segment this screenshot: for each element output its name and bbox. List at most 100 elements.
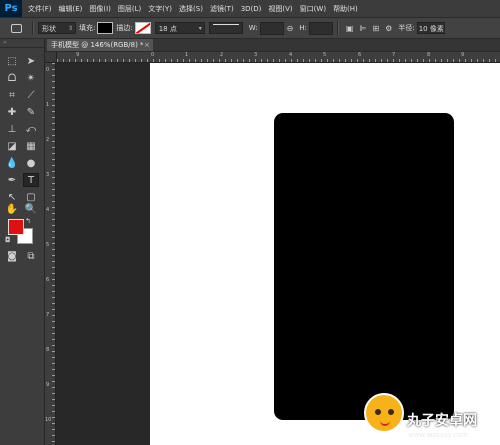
- horizontal-ruler[interactable]: 9 0 1 2 3 4 5 6 7 8 9: [57, 52, 500, 63]
- stroke-type-select[interactable]: [208, 22, 243, 34]
- menu-bar: Ps 文件(F) 编辑(E) 图像(I) 图层(L) 文字(Y) 选择(S) 滤…: [0, 0, 500, 18]
- clone-stamp-tool-icon[interactable]: ⊥: [4, 122, 20, 136]
- height-label: H:: [299, 24, 307, 32]
- menu-image[interactable]: 图像(I): [89, 4, 111, 14]
- menu-3d[interactable]: 3D(D): [241, 5, 262, 13]
- ruler-label: 3: [46, 172, 50, 178]
- watermark-title: 丸子安卓网: [407, 413, 477, 429]
- ruler-label: 1: [46, 102, 50, 108]
- mascot-eye: [388, 409, 394, 415]
- ruler-label: 0: [46, 67, 50, 73]
- zoom-tool-icon[interactable]: 🔍: [23, 202, 39, 216]
- screen-mode-icon[interactable]: ⧉: [23, 249, 39, 263]
- tool-preset-picker[interactable]: [4, 20, 28, 36]
- healing-brush-tool-icon[interactable]: ✚: [4, 105, 20, 119]
- dodge-tool-icon[interactable]: ●: [23, 156, 39, 170]
- tool-mode-value: 形状: [42, 25, 56, 33]
- ruler-label: 9: [46, 382, 50, 388]
- pen-tool-icon[interactable]: ✒: [4, 173, 20, 187]
- menu-select[interactable]: 选择(S): [179, 4, 203, 14]
- stroke-color-swatch[interactable]: [134, 22, 151, 34]
- options-bar: 形状 ⇕ 填充: 描边: 18 点 ▾ W: ⊖ H: ▣ ⊫ ⊞ ⚙ 半径: …: [0, 18, 500, 39]
- ruler-label: 10: [45, 417, 52, 423]
- ruler-label: 7: [392, 52, 396, 58]
- ruler-origin[interactable]: [45, 52, 57, 63]
- radius-label: 半径:: [398, 24, 415, 32]
- mascot-mouth: [380, 419, 390, 426]
- tool-mode-select[interactable]: 形状 ⇕: [38, 22, 76, 34]
- toolbox: » ⬚ ➤ ᗝ ✴ ⌗ ⟋ ✚ ✎ ⊥ ⤺ ◪ ▦ 💧 ● ✒ T ↖ ▢ ✋ …: [0, 39, 45, 445]
- ruler-label: 1: [185, 52, 189, 58]
- close-icon[interactable]: ×: [144, 39, 150, 51]
- photoshop-logo: Ps: [0, 0, 22, 17]
- ruler-label: 3: [254, 52, 258, 58]
- width-label: W:: [248, 24, 258, 32]
- menu-file[interactable]: 文件(F): [28, 4, 52, 14]
- crop-tool-icon[interactable]: ⌗: [4, 88, 20, 102]
- document-tab-title: 手机模型 @ 146%(RGB/8) *: [51, 41, 144, 49]
- eyedropper-tool-icon[interactable]: ⟋: [23, 88, 39, 102]
- quick-mask-icon[interactable]: ◙: [4, 249, 20, 263]
- menu-filter[interactable]: 滤镜(T): [210, 4, 234, 14]
- ruler-label: 4: [289, 52, 293, 58]
- stroke-width-value: 18 点: [158, 25, 177, 33]
- height-input[interactable]: [308, 21, 333, 35]
- lasso-tool-icon[interactable]: ᗝ: [4, 71, 20, 85]
- ruler-label: 5: [46, 242, 50, 248]
- vertical-ruler[interactable]: 0 1 2 3 4 5 6 7 8 9 10: [45, 63, 56, 445]
- ruler-label: 6: [46, 277, 50, 283]
- menu-window[interactable]: 窗口(W): [300, 4, 326, 14]
- marquee-tool-icon[interactable]: ⬚: [4, 54, 20, 68]
- eraser-tool-icon[interactable]: ◪: [4, 139, 20, 153]
- stroke-line-preview: [212, 24, 239, 25]
- move-tool-icon[interactable]: ➤: [23, 54, 39, 68]
- chevron-down-icon: ▾: [198, 25, 202, 32]
- foreground-color-swatch[interactable]: [8, 219, 24, 235]
- blur-tool-icon[interactable]: 💧: [4, 156, 20, 170]
- menu-edit[interactable]: 编辑(E): [59, 4, 83, 14]
- fill-label: 填充:: [79, 24, 96, 32]
- watermark-mascot-icon: [364, 393, 404, 433]
- brush-tool-icon[interactable]: ✎: [23, 105, 39, 119]
- path-operations-icon[interactable]: ▣: [346, 24, 354, 33]
- collapse-grip-icon[interactable]: »: [0, 39, 44, 48]
- ruler-label: 2: [220, 52, 224, 58]
- swap-colors-icon[interactable]: ↰: [25, 217, 31, 225]
- document-tab-strip: 手机模型 @ 146%(RGB/8) * ×: [45, 39, 500, 52]
- default-colors-icon[interactable]: ◘: [5, 236, 11, 244]
- radius-input[interactable]: 10 像素: [416, 22, 445, 34]
- ruler-label: 9: [461, 52, 465, 58]
- ruler-label: 8: [46, 347, 50, 353]
- magic-wand-tool-icon[interactable]: ✴: [23, 71, 39, 85]
- menu-view[interactable]: 视图(V): [268, 4, 292, 14]
- menu-type[interactable]: 文字(Y): [148, 4, 172, 14]
- ruler-label: 7: [46, 312, 50, 318]
- rounded-rectangle-shape[interactable]: [274, 113, 454, 420]
- history-brush-tool-icon[interactable]: ⤺: [23, 122, 39, 136]
- ruler-label: 0: [151, 52, 155, 58]
- gear-icon[interactable]: ⚙: [385, 24, 392, 33]
- path-alignment-icon[interactable]: ⊫: [359, 24, 366, 33]
- divider: [336, 21, 339, 35]
- ruler-label: 4: [46, 207, 50, 213]
- chevron-down-icon: ⇕: [67, 25, 73, 32]
- ruler-label: 8: [427, 52, 431, 58]
- ruler-label: 5: [323, 52, 327, 58]
- stroke-width-field[interactable]: 18 点 ▾: [154, 22, 205, 34]
- ruler-label: 2: [46, 137, 50, 143]
- divider: [32, 21, 34, 35]
- document-tab[interactable]: 手机模型 @ 146%(RGB/8) * ×: [47, 39, 153, 51]
- gradient-tool-icon[interactable]: ▦: [23, 139, 39, 153]
- menu-help[interactable]: 帮助(H): [333, 4, 358, 14]
- menu-layer[interactable]: 图层(L): [118, 4, 141, 14]
- hand-tool-icon[interactable]: ✋: [4, 202, 20, 216]
- mascot-eye: [375, 409, 381, 415]
- path-arrangement-icon[interactable]: ⊞: [372, 24, 379, 33]
- radius-value: 10 像素: [418, 25, 444, 33]
- ruler-label: 9: [76, 52, 80, 58]
- fill-color-swatch[interactable]: [97, 22, 114, 34]
- width-input[interactable]: [259, 21, 284, 35]
- type-tool-icon[interactable]: T: [23, 173, 39, 187]
- stroke-label: 描边:: [116, 24, 133, 32]
- link-icon[interactable]: ⊖: [287, 24, 294, 33]
